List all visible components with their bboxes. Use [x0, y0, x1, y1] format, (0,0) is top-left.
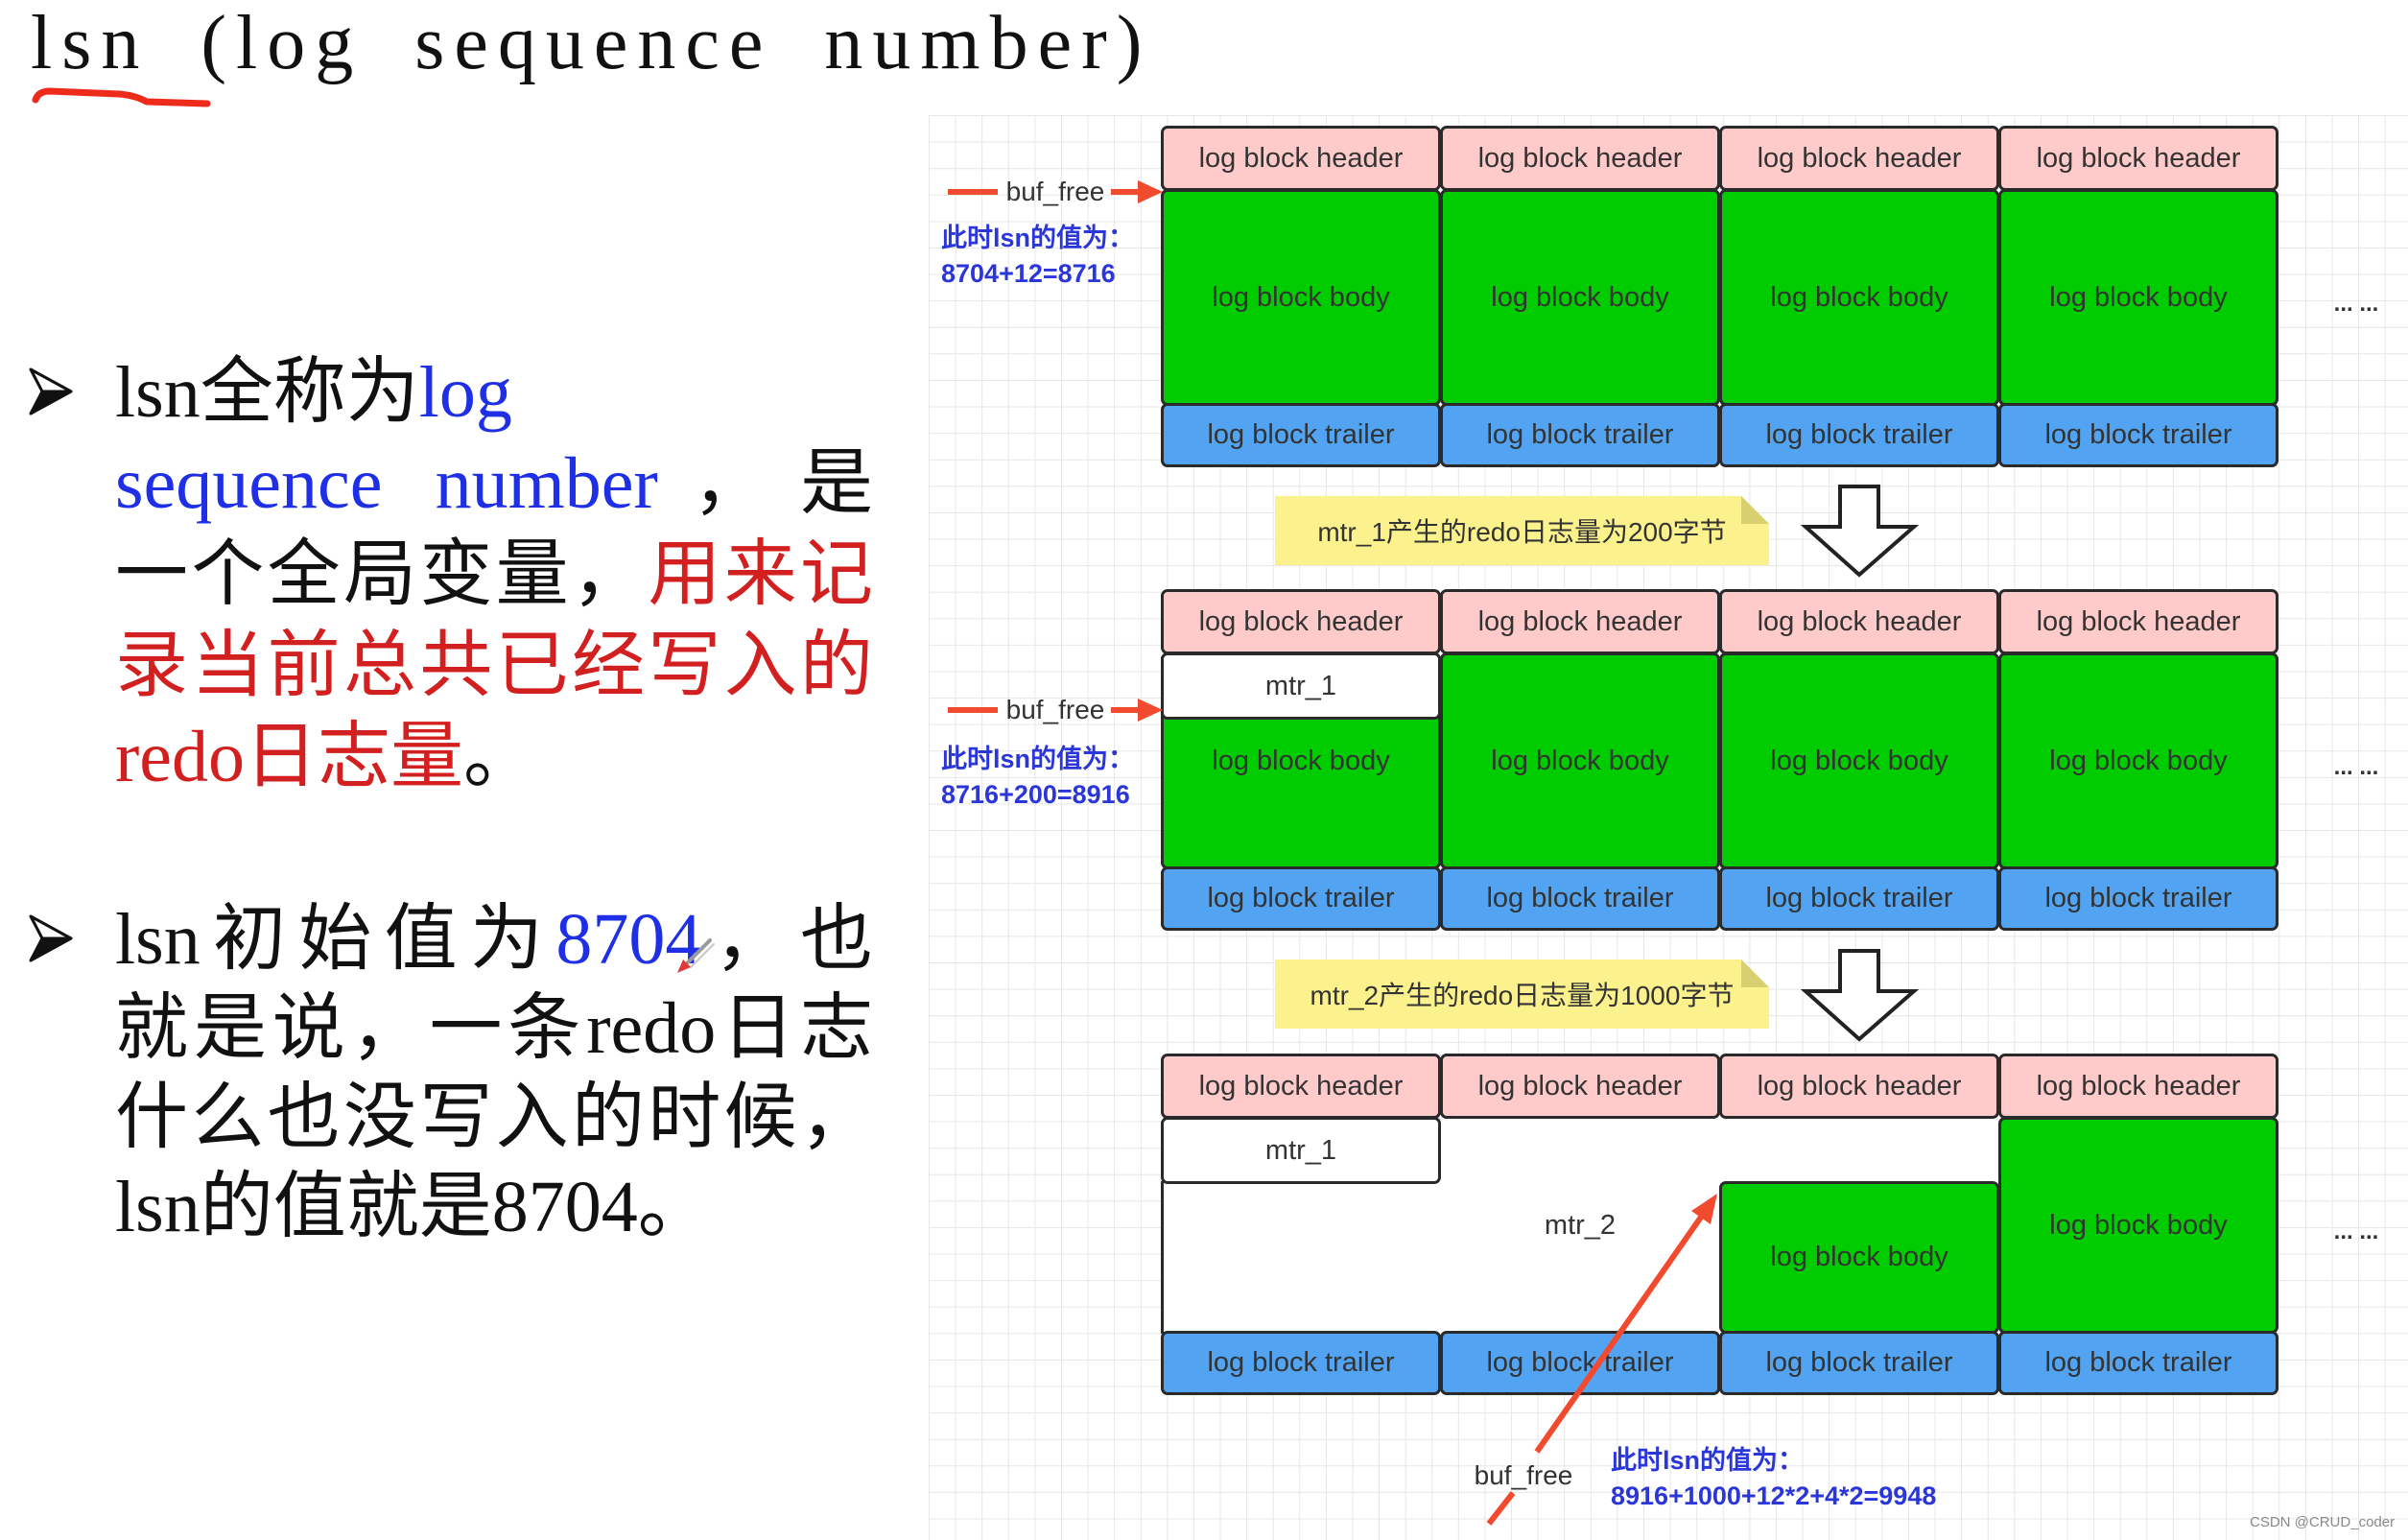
down-arrow-icon [1800, 485, 1920, 578]
transition-note-1-text: mtr_1产生的redo日志量为200字节 [1317, 517, 1727, 547]
lsn-formula: 8916+1000+12*2+4*2=9948 [1611, 1481, 1937, 1510]
lsn-caption: 此时lsn的值为： [1611, 1446, 1805, 1475]
buf-free-label: buf_free [1474, 1460, 1573, 1490]
watermark: CSDN @CRUD_coder [2250, 1514, 2396, 1530]
lsn-annotation-stage-3: 此时lsn的值为： 8916+1000+12*2+4*2=9948 [1611, 1443, 1936, 1514]
lsn-caption: 此时lsn的值为： [941, 745, 1135, 773]
transition-note-2-text: mtr_2产生的redo日志量为1000字节 [1310, 981, 1735, 1010]
slide: lsn (log sequence number) lsn全称为log sequ… [0, 0, 2408, 1540]
lsn-formula: 8716+200=8916 [941, 780, 1130, 809]
lsn-annotation-stage-2: 此时lsn的值为： 8716+200=8916 [941, 742, 1134, 813]
buf-free-label: buf_free [1005, 695, 1105, 724]
lsn-annotation-stage-1: 此时lsn的值为： 8704+12=8716 [941, 221, 1134, 292]
diagram-overlay [32, 87, 1920, 1526]
title-underline-annotation [32, 87, 211, 107]
lsn-caption: 此时lsn的值为： [941, 224, 1135, 252]
pen-cursor-icon [677, 938, 715, 973]
lsn-formula: 8704+12=8716 [941, 259, 1116, 288]
down-arrow-icon [1800, 949, 1920, 1042]
buf-free-label: buf_free [1005, 177, 1105, 206]
